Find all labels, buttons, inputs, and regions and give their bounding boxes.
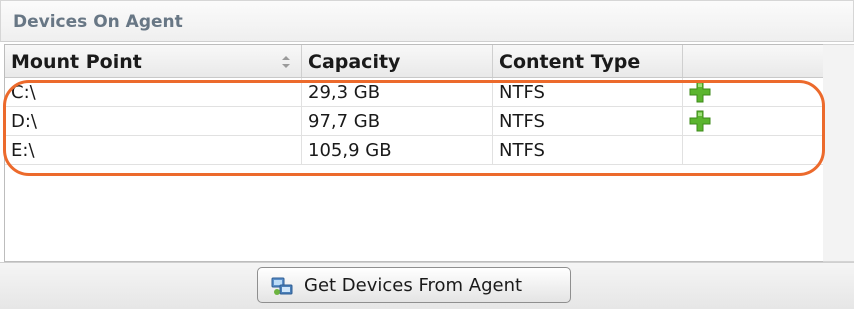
panel-footer: Get Devices From Agent: [0, 262, 854, 309]
column-header-actions: [683, 45, 823, 77]
column-header-mount-point[interactable]: Mount Point: [5, 45, 302, 77]
table-header: Mount Point Capacity Content Type: [5, 45, 823, 78]
cell-mount-point: C:\: [5, 78, 302, 106]
column-label: Content Type: [499, 51, 641, 73]
table-row[interactable]: E:\ 105,9 GB NTFS: [5, 136, 823, 165]
table-gutter: [823, 44, 854, 262]
sort-icon[interactable]: [281, 56, 291, 68]
devices-on-agent-panel: Devices On Agent Mount Point Capacity Co…: [0, 0, 854, 309]
cell-content-type: NTFS: [493, 107, 683, 135]
cell-actions: [683, 107, 823, 135]
cell-capacity: 97,7 GB: [302, 107, 493, 135]
column-header-content-type[interactable]: Content Type: [493, 45, 683, 77]
column-label: Capacity: [308, 51, 401, 73]
devices-table: Mount Point Capacity Content Type C:\ 29…: [4, 44, 824, 262]
cell-capacity: 105,9 GB: [302, 136, 493, 164]
add-icon[interactable]: [689, 81, 711, 103]
cell-actions: [683, 136, 823, 164]
cell-content-type: NTFS: [493, 78, 683, 106]
cell-actions: [683, 78, 823, 106]
cell-mount-point: E:\: [5, 136, 302, 164]
get-devices-button[interactable]: Get Devices From Agent: [257, 267, 571, 303]
panel-title: Devices On Agent: [13, 12, 183, 32]
cell-mount-point: D:\: [5, 107, 302, 135]
table-row[interactable]: D:\ 97,7 GB NTFS: [5, 107, 823, 136]
table-row[interactable]: C:\ 29,3 GB NTFS: [5, 78, 823, 107]
cell-capacity: 29,3 GB: [302, 78, 493, 106]
add-icon[interactable]: [689, 110, 711, 132]
panel-header: Devices On Agent: [0, 0, 854, 42]
column-header-capacity[interactable]: Capacity: [302, 45, 493, 77]
get-devices-label: Get Devices From Agent: [304, 275, 523, 296]
network-devices-icon: [271, 277, 293, 295]
cell-content-type: NTFS: [493, 136, 683, 164]
column-label: Mount Point: [11, 51, 142, 73]
